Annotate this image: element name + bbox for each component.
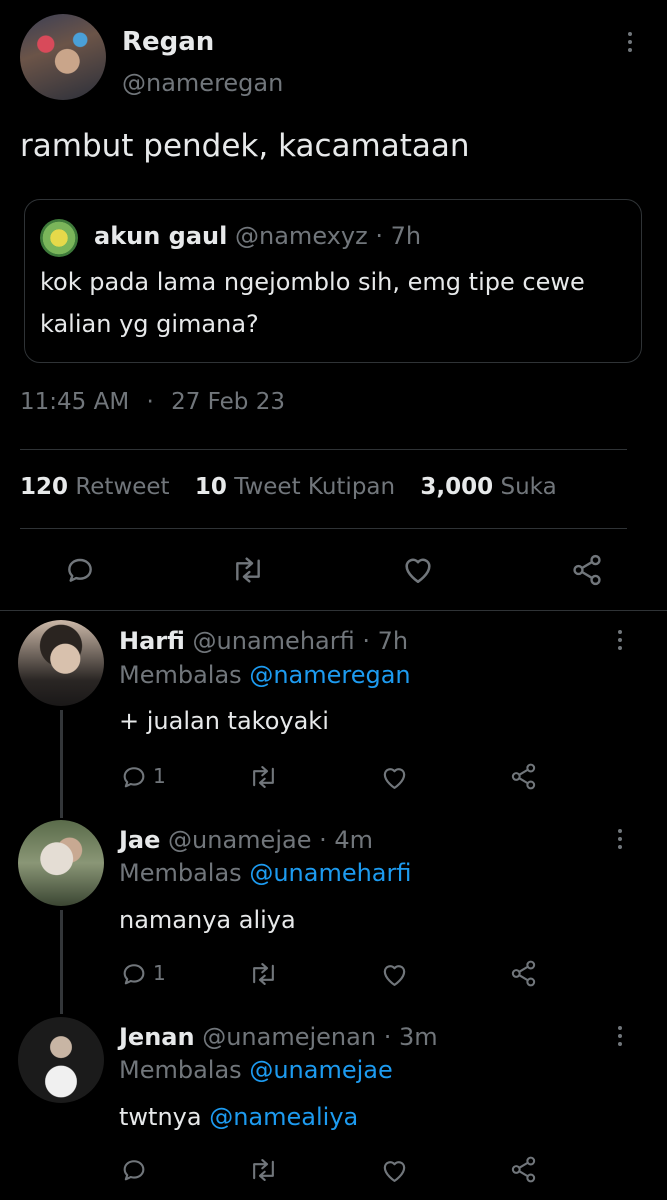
reply-age: · 4m <box>319 826 374 854</box>
tweet-text: rambut pendek, kacamataan <box>20 128 470 164</box>
quoted-author-line: akun gaul @namexyz · 7h <box>94 222 421 250</box>
divider <box>20 528 627 529</box>
quotes-label: Tweet Kutipan <box>234 474 396 500</box>
reply-author-name[interactable]: Jae <box>119 826 160 854</box>
heart-icon[interactable] <box>380 1156 409 1184</box>
replying-to: Membalas @unameharfi <box>119 859 412 887</box>
retweet-icon[interactable] <box>247 960 280 988</box>
reply-avatar[interactable] <box>18 620 104 706</box>
reply-author-handle[interactable]: @unamejenan <box>202 1023 376 1051</box>
reply-header: Jae @unamejae · 4m <box>119 826 373 854</box>
share-icon[interactable] <box>509 762 538 791</box>
reply-author-handle[interactable]: @unameharfi <box>193 627 355 655</box>
reply-text: + jualan takoyaki <box>119 707 329 735</box>
heart-icon[interactable] <box>380 960 409 988</box>
share-icon[interactable] <box>570 553 604 587</box>
quoted-tweet-text-line1: kok pada lama ngejomblo sih, emg tipe ce… <box>40 268 585 296</box>
more-vertical-icon[interactable] <box>617 630 623 650</box>
timestamp-separator: · <box>146 389 154 415</box>
reply-author-name[interactable]: Harfi <box>119 627 185 655</box>
thread-line <box>60 910 63 1014</box>
quoted-author-avatar <box>40 219 78 257</box>
retweet-icon[interactable] <box>247 1156 280 1184</box>
divider <box>20 449 627 450</box>
reply-count: 1 <box>153 764 166 788</box>
share-icon[interactable] <box>509 959 538 988</box>
reply-text-prefix: twtnya <box>119 1103 202 1131</box>
author-avatar[interactable] <box>20 14 106 100</box>
quotes-count: 10 <box>194 474 227 500</box>
more-vertical-icon[interactable] <box>627 32 633 52</box>
quoted-tweet-text-line2: kalian yg gimana? <box>40 310 259 338</box>
quoted-author-name: akun gaul <box>94 222 228 250</box>
reply-author-handle[interactable]: @unamejae <box>168 826 311 854</box>
replying-to-mention[interactable]: @unamejae <box>249 1056 392 1084</box>
retweet-icon[interactable] <box>229 554 267 586</box>
reply-icon[interactable] <box>120 1156 148 1184</box>
reply-age: · 7h <box>362 627 409 655</box>
reply-icon[interactable] <box>120 960 148 988</box>
reply-header: Harfi @unameharfi · 7h <box>119 627 408 655</box>
replying-to-label: Membalas <box>119 1056 242 1084</box>
tweet-date: 27 Feb 23 <box>171 389 285 415</box>
likes-stat[interactable]: 3,000 Suka <box>420 474 556 500</box>
author-name[interactable]: Regan <box>122 27 214 57</box>
reply-text-mention[interactable]: @namealiya <box>209 1103 358 1131</box>
replying-to: Membalas @nameregan <box>119 661 411 689</box>
quotes-stat[interactable]: 10 Tweet Kutipan <box>195 474 395 500</box>
retweets-stat[interactable]: 120 Retweet <box>20 474 170 500</box>
quoted-tweet-age: · 7h <box>375 222 422 250</box>
heart-icon[interactable] <box>401 553 435 585</box>
retweets-label: Retweet <box>75 474 170 500</box>
replying-to-label: Membalas <box>119 661 242 689</box>
tweet-time: 11:45 AM <box>20 389 130 415</box>
reply-avatar[interactable] <box>18 820 104 906</box>
tweet-timestamp: 11:45 AM · 27 Feb 23 <box>20 389 285 415</box>
replying-to-mention[interactable]: @unameharfi <box>249 859 411 887</box>
tweet-stats: 120 Retweet 10 Tweet Kutipan 3,000 Suka <box>20 474 557 500</box>
reply-header: Jenan @unamejenan · 3m <box>119 1023 438 1051</box>
reply-age: · 3m <box>383 1023 438 1051</box>
likes-count: 3,000 <box>420 474 494 500</box>
more-vertical-icon[interactable] <box>617 1026 623 1046</box>
share-icon[interactable] <box>509 1155 538 1184</box>
reply-icon[interactable] <box>64 554 96 586</box>
author-handle[interactable]: @nameregan <box>122 69 283 97</box>
heart-icon[interactable] <box>380 763 409 791</box>
retweet-icon[interactable] <box>247 763 280 791</box>
reply-icon[interactable] <box>120 763 148 791</box>
more-vertical-icon[interactable] <box>617 829 623 849</box>
retweets-count: 120 <box>20 474 69 500</box>
quoted-author-handle: @namexyz <box>235 222 368 250</box>
reply-author-name[interactable]: Jenan <box>119 1023 195 1051</box>
thread-line <box>60 710 63 818</box>
likes-label: Suka <box>500 474 557 500</box>
reply-count: 1 <box>153 961 166 985</box>
reply-text: namanya aliya <box>119 906 296 934</box>
reply-text: twtnya @namealiya <box>119 1103 358 1131</box>
reply-avatar[interactable] <box>18 1017 104 1103</box>
replying-to-label: Membalas <box>119 859 242 887</box>
replying-to: Membalas @unamejae <box>119 1056 393 1084</box>
divider <box>0 610 667 611</box>
replying-to-mention[interactable]: @nameregan <box>249 661 410 689</box>
